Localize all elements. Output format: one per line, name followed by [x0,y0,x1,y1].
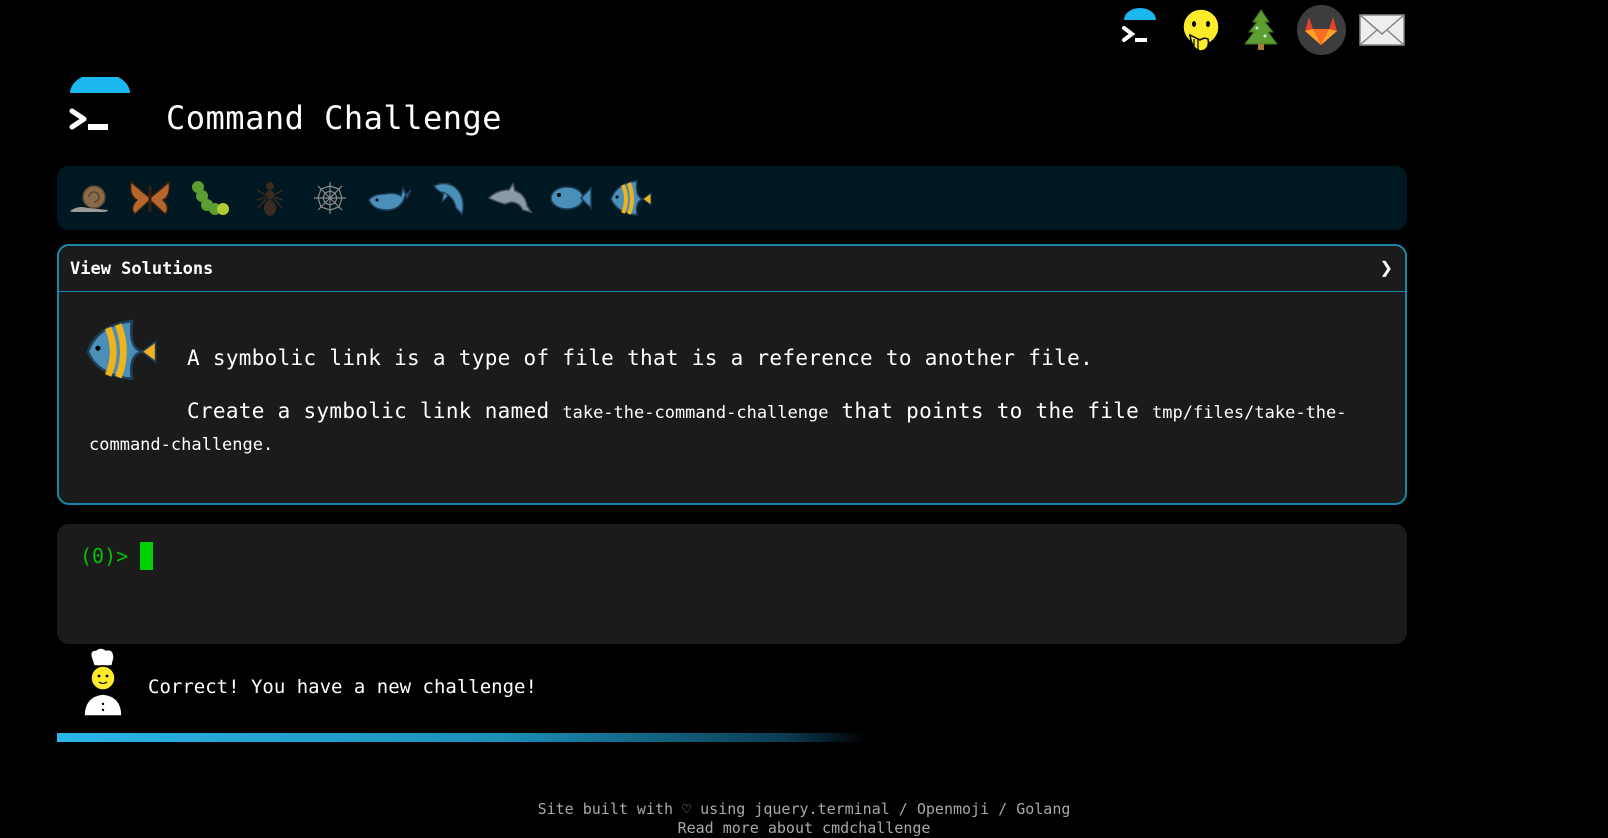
tree-icon[interactable] [1237,5,1285,55]
level-spiderweb[interactable] [307,175,353,221]
ant-icon [256,182,284,216]
cmdchallenge-icon[interactable] [1116,5,1164,55]
shark-icon [432,182,464,216]
terminal-cursor [140,542,154,570]
top-icon-bar [1116,4,1406,56]
gitlab-icon[interactable] [1297,5,1346,55]
page-header: Command Challenge [68,72,1358,152]
level-shark[interactable] [427,175,473,221]
level-fish[interactable] [547,175,593,221]
cook-icon [78,646,128,718]
view-solutions-toggle[interactable]: View Solutions ❯ [59,246,1405,292]
level-dolphin[interactable] [487,175,533,221]
snail-icon [70,185,108,212]
butterfly-icon [129,180,171,216]
level-ant[interactable] [247,175,293,221]
task-text-3: . [263,435,274,455]
footer-read-more-link[interactable]: Read more about cmdchallenge [0,819,1608,838]
chevron-right-icon: ❯ [1379,256,1393,281]
level-whale[interactable] [367,175,413,221]
caterpillar-icon [192,181,229,215]
dolphin-icon [487,182,533,214]
face-hand-over-mouth-icon[interactable] [1176,5,1224,55]
terminal-prompt: (0)> [80,542,154,570]
footer: Site built with ♡ using jquery.terminal … [0,800,1608,838]
level-caterpillar[interactable] [187,175,233,221]
progress-bar-fill [57,733,1407,742]
level-snail[interactable] [67,175,113,221]
tropical-fish-icon [610,180,652,216]
status-message-text: Correct! You have a new challenge! [148,676,537,698]
level-tropical-fish[interactable] [607,175,653,221]
logo-icon[interactable] [68,73,132,147]
task-text-1: Create a symbolic link named [187,399,563,423]
challenge-panel: View Solutions ❯ A symbolic link is a ty… [57,244,1407,505]
challenge-description: A symbolic link is a type of file that i… [187,346,1094,370]
level-butterfly[interactable] [127,175,173,221]
mail-icon[interactable] [1358,5,1406,55]
level-bar [57,166,1407,230]
whale-icon [368,185,412,211]
footer-credits: Site built with ♡ using jquery.terminal … [537,800,1071,818]
status-message: Correct! You have a new challenge! [78,646,537,718]
task-code-link-name: take-the-command-challenge [562,403,829,423]
progress-bar [57,733,1407,742]
challenge-task: Create a symbolic link named take-the-co… [89,396,1379,460]
tropical-fish-icon [81,314,159,386]
prompt-text: (0)> [80,544,129,568]
view-solutions-label: View Solutions [70,258,214,279]
page-title: Command Challenge [166,99,503,137]
task-text-2: that points to the file [828,399,1153,423]
spiderweb-icon [314,182,346,214]
terminal[interactable]: (0)> [57,524,1407,644]
fish-icon [550,186,592,210]
